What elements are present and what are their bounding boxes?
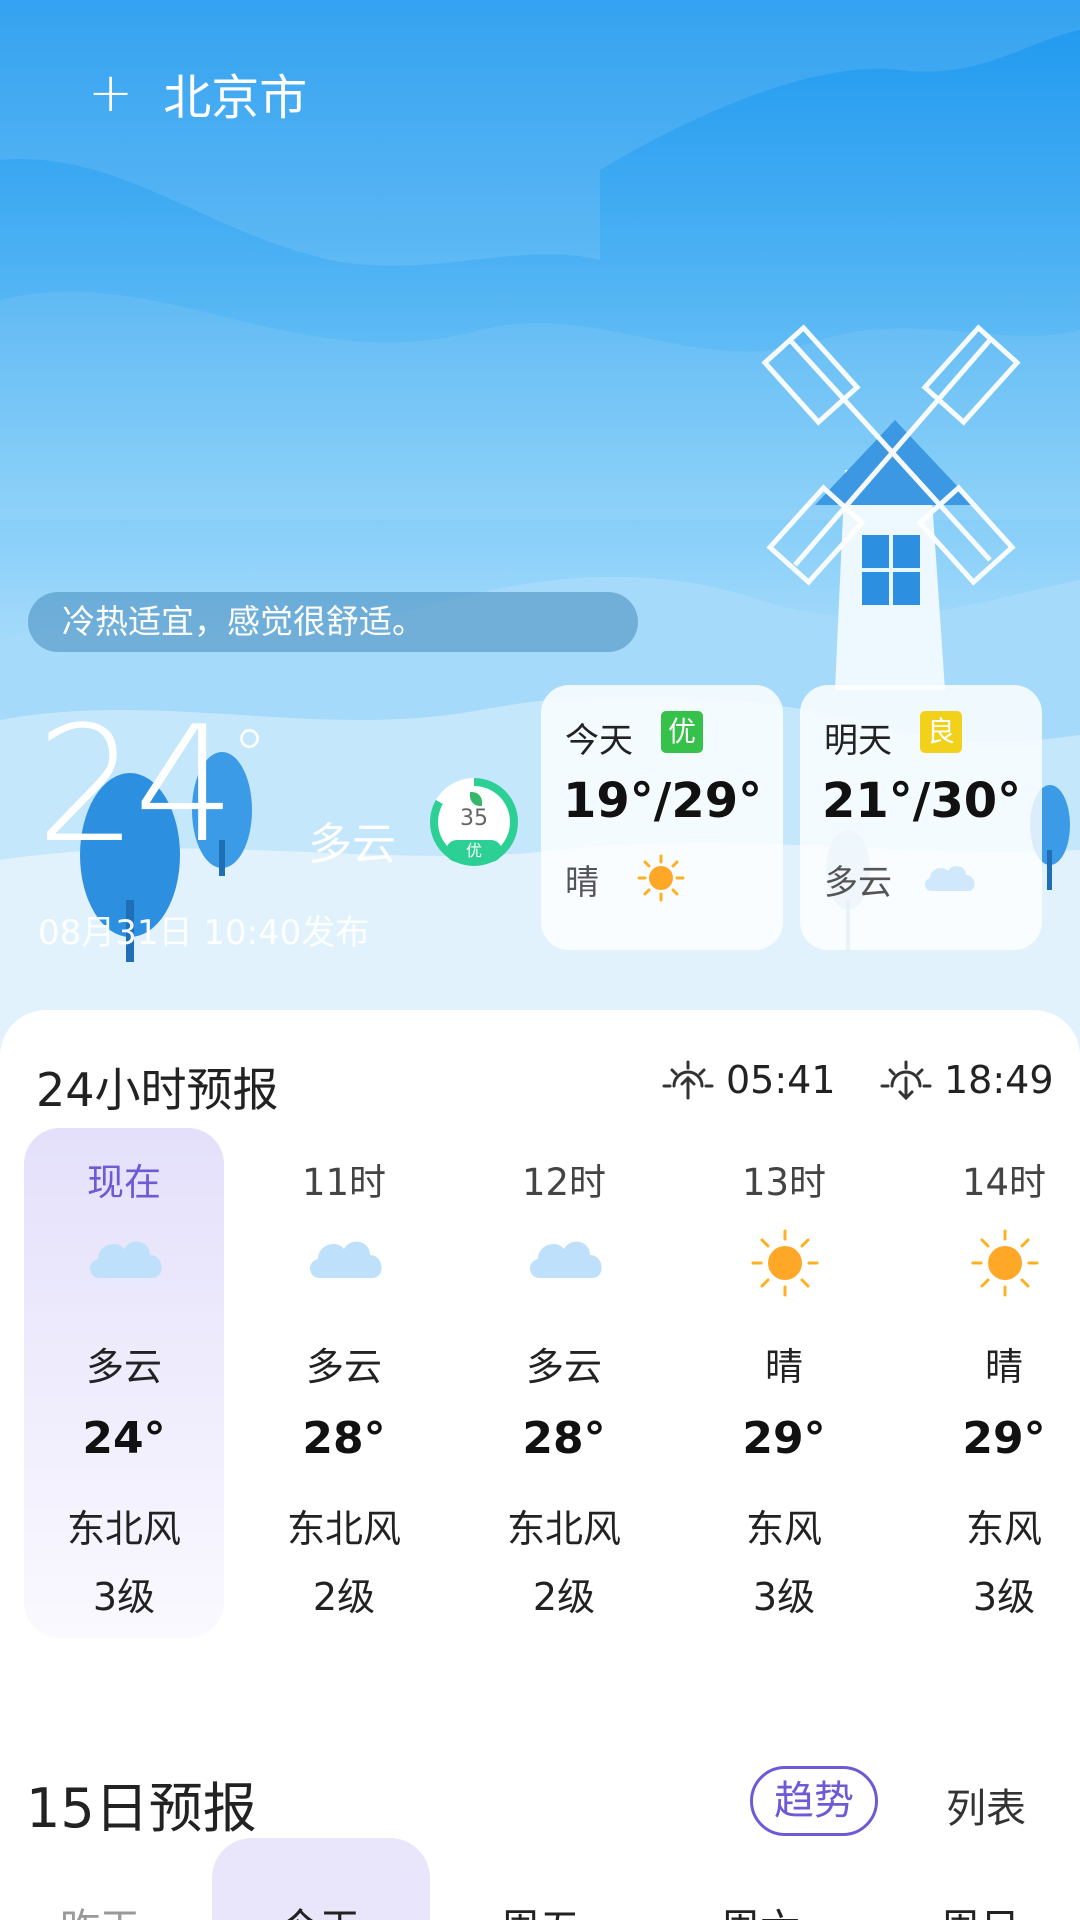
hour-temp: 29° [742, 1413, 826, 1464]
cloud-icon [529, 1241, 602, 1278]
hour-wind: 东北风 [286, 1507, 401, 1551]
hour-wind: 东北风 [66, 1507, 181, 1551]
degree-symbol: ° [232, 715, 267, 797]
daily-tabs[interactable]: 昨天 今天 周五 周六 周日 [0, 1838, 1080, 1920]
forecast-sheet: 24小时预报 05:41 18:49 现在 多云 24° 东北风 3级 11时 … [0, 1010, 1080, 1920]
hour-time: 11时 [301, 1161, 387, 1204]
day-tab-yesterday[interactable]: 昨天 [20, 1896, 180, 1920]
hour-item[interactable]: 12时 多云 28° 东北风 2级 [464, 1128, 664, 1638]
hourly-title: 24小时预报 [36, 1063, 279, 1117]
city-selector[interactable]: + 北京市 [88, 58, 307, 128]
hour-wind-level: 3级 [92, 1575, 156, 1619]
hour-time: 13时 [741, 1161, 827, 1204]
sun-icon [751, 1229, 819, 1297]
day-tab-sun[interactable]: 周日 [900, 1896, 1060, 1920]
hour-condition: 晴 [984, 1345, 1023, 1389]
hour-time: 12时 [521, 1161, 607, 1204]
cloud-icon [89, 1241, 162, 1278]
sunrise: 05:41 [662, 1058, 836, 1102]
hour-item[interactable]: 现在 多云 24° 东北风 3级 [24, 1128, 224, 1638]
today-temp-range: 19°/29° [563, 773, 763, 829]
comfort-tip: 冷热适宜，感觉很舒适。 [28, 592, 638, 652]
sunrise-time: 05:41 [726, 1058, 836, 1102]
sun-icon [637, 854, 685, 902]
list-toggle-button[interactable]: 列表 [946, 1776, 1026, 1834]
sunrise-icon [662, 1060, 714, 1100]
hour-wind-level: 3级 [972, 1575, 1036, 1619]
hour-condition: 多云 [85, 1345, 162, 1389]
tomorrow-card[interactable]: 明天 良 21°/30° 多云 [800, 685, 1042, 950]
hour-condition: 晴 [764, 1345, 803, 1389]
tomorrow-condition: 多云 [824, 863, 892, 903]
today-aqi-badge: 优 [661, 711, 703, 753]
cloud-icon [924, 866, 975, 891]
today-label: 今天 [565, 721, 633, 761]
hour-wind: 东北风 [506, 1507, 621, 1551]
aqi-label: 优 [446, 840, 502, 862]
publish-time: 08月31日 10:40发布 [38, 913, 370, 953]
add-city-icon[interactable]: + [88, 66, 133, 120]
hour-temp: 24° [82, 1413, 166, 1464]
trend-toggle-button[interactable]: 趋势 [750, 1766, 878, 1836]
hour-item[interactable]: 11时 多云 28° 东北风 2级 [244, 1128, 444, 1638]
hour-wind-level: 3级 [752, 1575, 816, 1619]
hour-wind: 东风 [965, 1507, 1042, 1551]
weather-hero: + 北京市 冷热适宜，感觉很舒适。 24 ° 多云 35 优 08月31日 10… [0, 0, 1080, 1060]
hour-wind-level: 2级 [532, 1575, 596, 1619]
sunset: 18:49 [880, 1058, 1054, 1102]
tomorrow-temp-range: 21°/30° [822, 773, 1022, 829]
sun-icon [971, 1229, 1039, 1297]
current-temperature: 24 [36, 691, 236, 878]
sunset-time: 18:49 [944, 1058, 1054, 1102]
day-tab-sat[interactable]: 周六 [680, 1896, 840, 1920]
hour-wind: 东风 [745, 1507, 822, 1551]
hour-temp: 28° [522, 1413, 606, 1464]
hour-time: 14时 [961, 1161, 1047, 1204]
hour-item[interactable]: 13时 晴 29° 东风 3级 [684, 1128, 884, 1638]
aqi-badge[interactable]: 35 优 [430, 778, 518, 866]
day-tab-fri[interactable]: 周五 [460, 1896, 620, 1920]
hour-condition: 多云 [305, 1345, 382, 1389]
city-name[interactable]: 北京市 [163, 58, 307, 128]
hourly-forecast-list[interactable]: 现在 多云 24° 东北风 3级 11时 多云 28° 东北风 2级 12时 多… [0, 1128, 1080, 1648]
hour-time: 现在 [87, 1161, 161, 1204]
hour-condition: 多云 [525, 1345, 602, 1389]
tomorrow-label: 明天 [824, 721, 892, 761]
weather-app: + 北京市 冷热适宜，感觉很舒适。 24 ° 多云 35 优 08月31日 10… [0, 0, 1080, 1920]
hour-item[interactable]: 14时 晴 29° 东风 3级 [904, 1128, 1080, 1638]
today-card[interactable]: 今天 优 19°/29° 晴 [541, 685, 783, 950]
hour-wind-level: 2级 [312, 1575, 376, 1619]
cloud-icon [309, 1241, 382, 1278]
hour-temp: 29° [962, 1413, 1046, 1464]
hour-temp: 28° [302, 1413, 386, 1464]
tomorrow-aqi-badge: 良 [920, 711, 962, 753]
daily-title: 15日预报 [26, 1777, 257, 1840]
day-tab-today[interactable]: 今天 [240, 1896, 400, 1920]
aqi-value: 35 [460, 806, 488, 831]
current-condition: 多云 [308, 819, 396, 870]
sunset-icon [880, 1060, 932, 1100]
today-condition: 晴 [565, 863, 599, 903]
